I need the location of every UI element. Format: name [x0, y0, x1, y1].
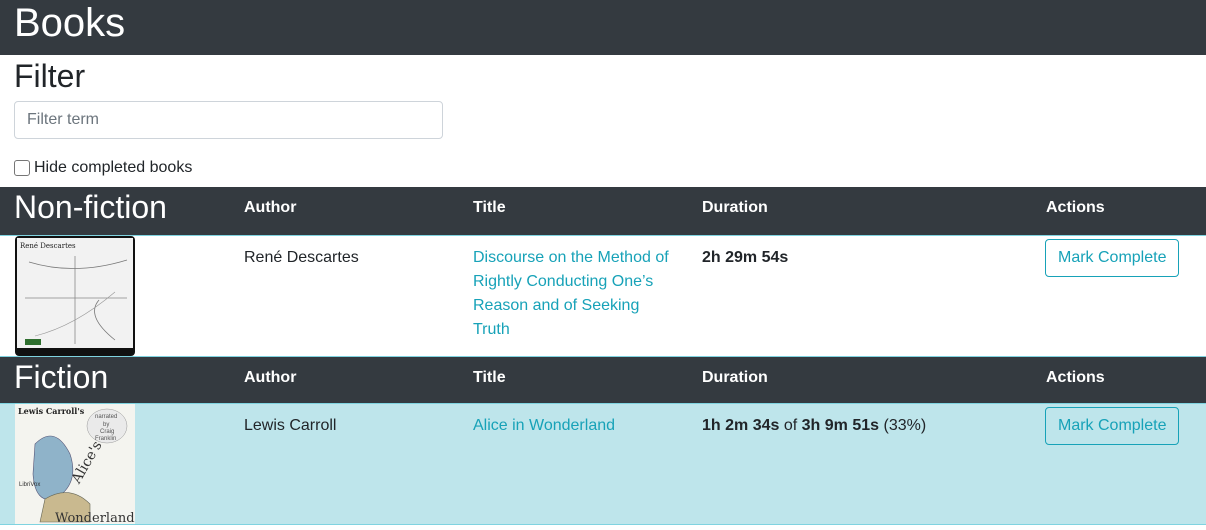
hide-completed-label[interactable]: Hide completed books [34, 159, 192, 177]
column-header-duration: Duration [688, 187, 1032, 236]
book-progress: 1h 2m 34s of 3h 9m 51s (33%) [688, 403, 1032, 525]
hide-completed-checkbox[interactable] [14, 160, 30, 176]
books-table: Non-fiction Author Title Duration Action… [0, 187, 1206, 525]
mark-complete-button[interactable]: Mark Complete [1045, 238, 1180, 277]
column-header-author: Author [230, 356, 459, 404]
book-author: René Descartes [230, 235, 459, 357]
svg-text:LibriVox: LibriVox [19, 482, 40, 488]
cover-cell: Lewis Carroll's narrated by Craig Frankl… [0, 403, 230, 525]
column-header-author: Author [230, 187, 459, 236]
column-header-title: Title [459, 356, 688, 404]
book-cover-alice: Lewis Carroll's narrated by Craig Frankl… [15, 403, 135, 524]
cover-cell: René Descartes [0, 235, 230, 357]
group-header-fiction: Fiction Author Title Duration Actions [0, 356, 1206, 404]
svg-text:René Descartes: René Descartes [20, 242, 76, 250]
group-title: Non-fiction [0, 187, 230, 236]
group-title: Fiction [0, 356, 230, 404]
filter-section: Filter Hide completed books [0, 55, 1206, 187]
group-header-nonfiction: Non-fiction Author Title Duration Action… [0, 187, 1206, 236]
column-header-actions: Actions [1032, 187, 1206, 236]
svg-text:Lewis Carroll's: Lewis Carroll's [18, 406, 85, 416]
filter-input[interactable] [14, 101, 443, 139]
column-header-title: Title [459, 187, 688, 236]
svg-text:Franklin: Franklin [95, 436, 116, 442]
svg-text:Wonderland: Wonderland [55, 511, 135, 524]
book-author: Lewis Carroll [230, 403, 459, 525]
app-title: Books [14, 0, 126, 45]
total-duration: 3h 9m 51s [801, 416, 880, 434]
hide-completed-toggle[interactable]: Hide completed books [14, 159, 192, 177]
svg-text:by: by [103, 422, 109, 428]
app-header: Books [0, 0, 1206, 55]
book-title-link[interactable]: Alice in Wonderland [473, 417, 615, 434]
column-header-duration: Duration [688, 356, 1032, 404]
svg-text:Craig: Craig [100, 429, 114, 435]
table-row: Lewis Carroll's narrated by Craig Frankl… [0, 403, 1206, 525]
of-label: of [783, 416, 798, 434]
filter-heading: Filter [14, 58, 86, 94]
book-cover-descartes: René Descartes [15, 235, 135, 356]
book-duration: 2h 29m 54s [702, 248, 789, 266]
svg-text:narrated: narrated [95, 414, 117, 420]
mark-complete-button[interactable]: Mark Complete [1045, 406, 1180, 445]
table-row: René Descartes René Descartes Discourse … [0, 235, 1206, 357]
column-header-actions: Actions [1032, 356, 1206, 404]
book-title-link[interactable]: Discourse on the Method of Rightly Condu… [473, 249, 669, 338]
listened-duration: 1h 2m 34s [702, 416, 780, 434]
progress-percent: (33%) [883, 416, 927, 434]
